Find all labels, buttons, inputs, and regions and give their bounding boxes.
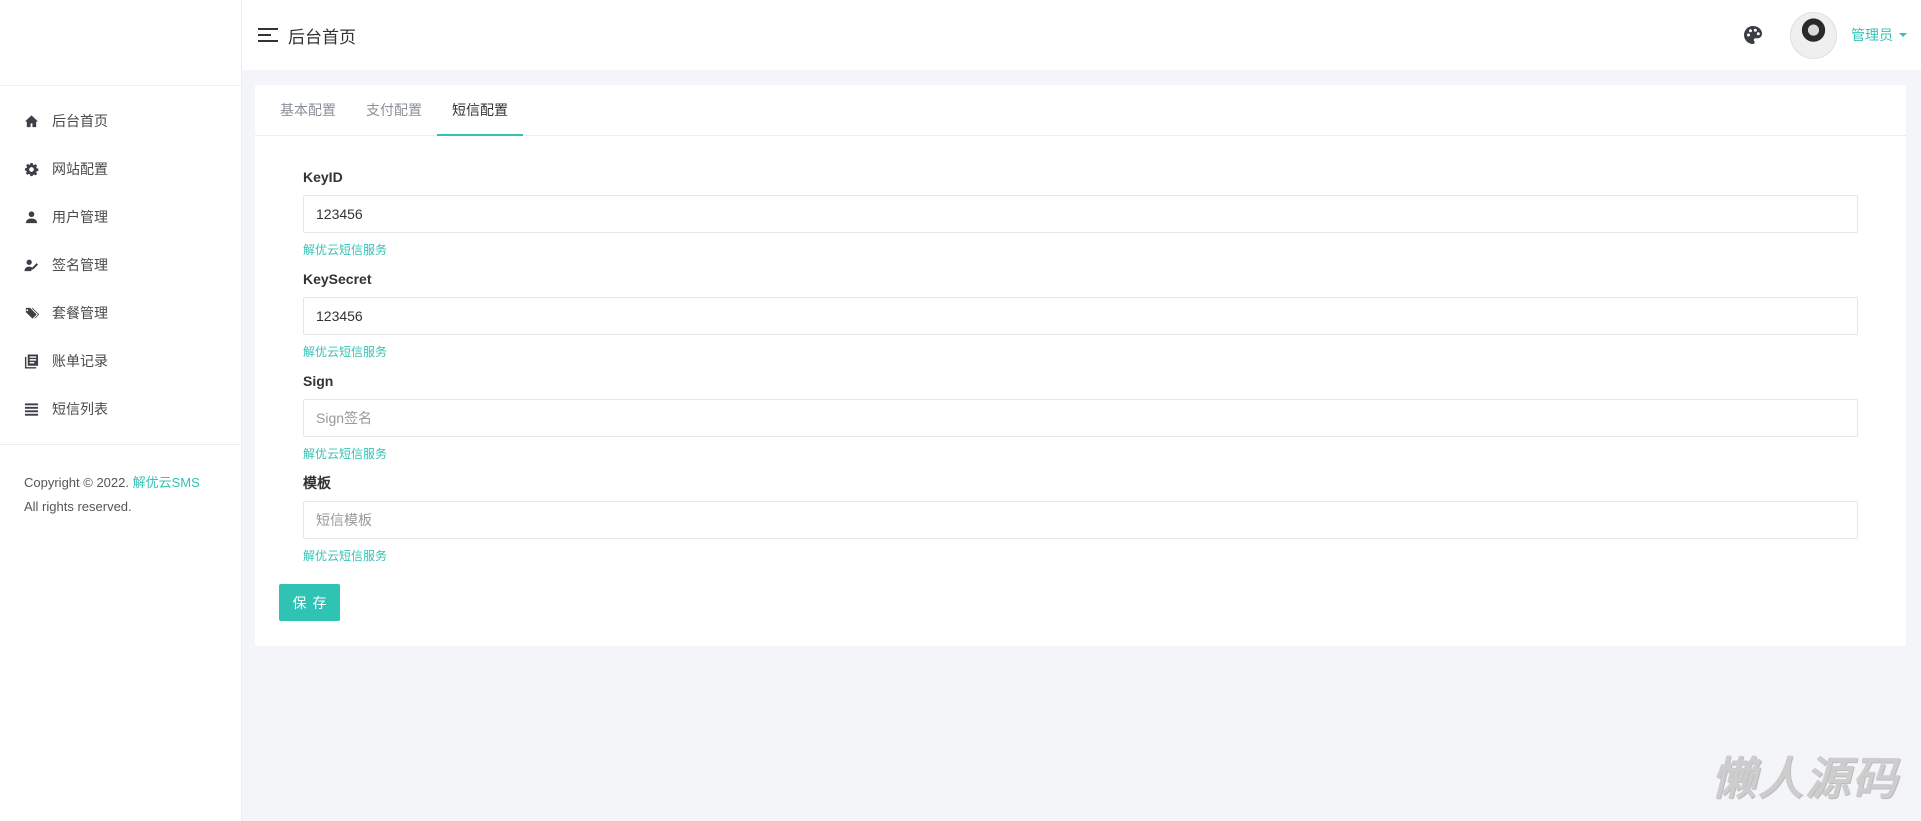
sidebar-item-label: 短信列表: [52, 401, 108, 417]
gear-icon: [23, 161, 39, 177]
watermark: 懒人源码: [1710, 752, 1899, 805]
logo-area: [0, 0, 241, 86]
copyright-link[interactable]: 解优云SMS: [133, 475, 200, 490]
sidebar: 后台首页 网站配置 用户管理 签名管理 套餐管理 账单记录 短信列表 Copyr…: [0, 0, 242, 821]
keyid-label: KeyID: [303, 169, 343, 185]
form-group-template: 模板 解优云短信服务: [303, 473, 1858, 564]
list-icon: [23, 401, 39, 417]
top-header: 后台首页 管理员: [242, 0, 1921, 70]
home-icon: [23, 113, 39, 129]
rights-text: All rights reserved.: [24, 499, 132, 514]
keysecret-help-link[interactable]: 解优云短信服务: [303, 343, 1858, 360]
sidebar-item-label: 套餐管理: [52, 305, 108, 321]
signature-icon: [23, 257, 39, 273]
sign-label: Sign: [303, 373, 334, 389]
sidebar-item-signatures[interactable]: 签名管理: [0, 241, 241, 289]
book-icon: [23, 353, 39, 369]
sidebar-item-users[interactable]: 用户管理: [0, 193, 241, 241]
sidebar-item-site-config[interactable]: 网站配置: [0, 145, 241, 193]
user-icon: [23, 209, 39, 225]
form-group-keyid: KeyID 解优云短信服务: [303, 167, 1858, 258]
palette-icon[interactable]: [1742, 24, 1764, 46]
sidebar-divider: [0, 444, 240, 445]
caret-down-icon: [1899, 33, 1907, 37]
sidebar-item-label: 网站配置: [52, 161, 108, 177]
keysecret-input[interactable]: [303, 297, 1858, 335]
tab-basic-config[interactable]: 基本配置: [265, 85, 351, 135]
sidebar-item-dashboard[interactable]: 后台首页: [0, 97, 241, 145]
header-actions: 管理员: [1742, 0, 1907, 70]
sidebar-nav: 后台首页 网站配置 用户管理 签名管理 套餐管理 账单记录 短信列表: [0, 86, 241, 433]
config-card: 基本配置 支付配置 短信配置 KeyID 解优云短信服务 KeySecret 解…: [255, 85, 1906, 646]
page-title: 后台首页: [288, 27, 356, 47]
sidebar-item-packages[interactable]: 套餐管理: [0, 289, 241, 337]
sidebar-item-label: 签名管理: [52, 257, 108, 273]
user-menu-button[interactable]: 管理员: [1851, 25, 1907, 45]
user-name: 管理员: [1851, 27, 1893, 43]
sidebar-item-label: 账单记录: [52, 353, 108, 369]
avatar[interactable]: [1790, 11, 1837, 59]
keyid-input[interactable]: [303, 195, 1858, 233]
sidebar-item-sms-list[interactable]: 短信列表: [0, 385, 241, 433]
form-group-sign: Sign 解优云短信服务: [303, 371, 1858, 462]
form-group-keysecret: KeySecret 解优云短信服务: [303, 269, 1858, 360]
template-input[interactable]: [303, 501, 1858, 539]
tab-payment-config[interactable]: 支付配置: [351, 85, 437, 135]
template-label: 模板: [303, 475, 331, 491]
sidebar-item-label: 用户管理: [52, 209, 108, 225]
config-tabs: 基本配置 支付配置 短信配置: [255, 85, 1906, 136]
copyright-text: Copyright © 2022.: [24, 475, 129, 490]
save-button[interactable]: 保存: [279, 584, 340, 621]
sign-input[interactable]: [303, 399, 1858, 437]
menu-toggle-button[interactable]: [257, 24, 279, 46]
sign-help-link[interactable]: 解优云短信服务: [303, 445, 1858, 462]
keyid-help-link[interactable]: 解优云短信服务: [303, 241, 1858, 258]
keysecret-label: KeySecret: [303, 271, 372, 287]
tags-icon: [23, 305, 39, 321]
tab-sms-config[interactable]: 短信配置: [437, 85, 523, 136]
copyright: Copyright © 2022. 解优云SMS All rights rese…: [24, 471, 200, 519]
sidebar-item-bills[interactable]: 账单记录: [0, 337, 241, 385]
hamburger-icon: [258, 28, 278, 42]
sidebar-item-label: 后台首页: [52, 113, 108, 129]
template-help-link[interactable]: 解优云短信服务: [303, 547, 1858, 564]
